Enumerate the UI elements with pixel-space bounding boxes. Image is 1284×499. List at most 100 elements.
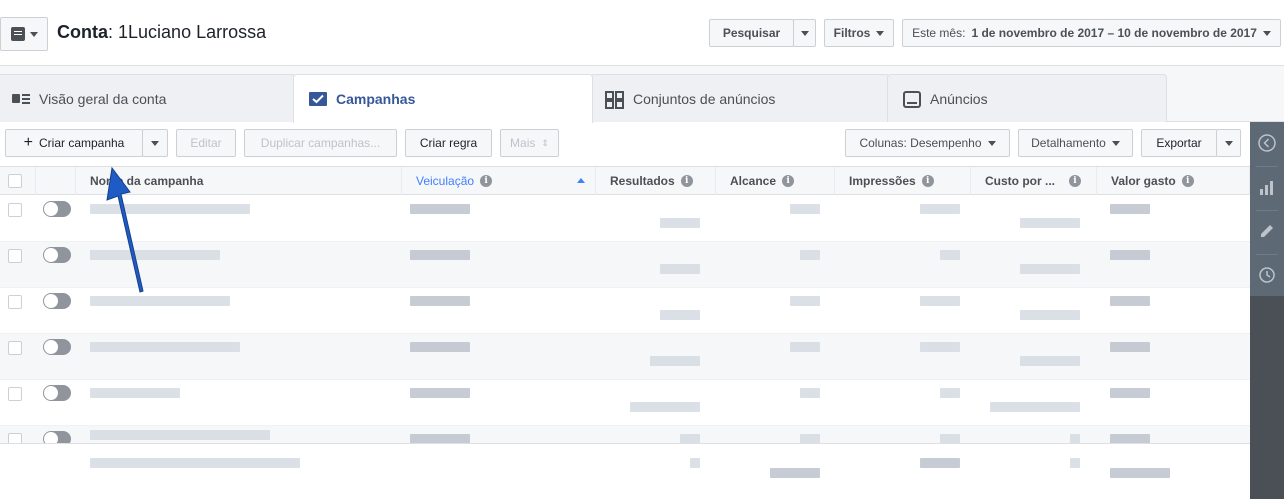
- info-icon[interactable]: i: [921, 175, 934, 187]
- tab-account-overview[interactable]: Visão geral da conta: [0, 74, 296, 122]
- campaign-toggle[interactable]: [43, 201, 71, 217]
- tab-campaigns[interactable]: Campanhas: [293, 74, 593, 123]
- redacted-delivery: [410, 250, 470, 260]
- chevron-down-icon: [1262, 30, 1271, 36]
- tab-ads-label: Anúncios: [930, 90, 988, 107]
- rail-tools-panel: [1250, 122, 1284, 296]
- col-cost-per[interactable]: Custo por ... i: [971, 167, 1097, 195]
- rail-divider: [1256, 166, 1278, 167]
- chevron-down-icon: [987, 140, 996, 146]
- redacted-delivery: [410, 204, 470, 214]
- table-row[interactable]: [0, 334, 1250, 380]
- col-delivery[interactable]: Veiculação i: [402, 167, 596, 195]
- level-tabs: Visão geral da conta Campanhas Conjuntos…: [0, 66, 1284, 123]
- edit-button[interactable]: Editar: [176, 129, 236, 157]
- redacted-cost: [1020, 310, 1080, 320]
- table-row[interactable]: [0, 380, 1250, 426]
- col-campaign-name[interactable]: Nome da campanha: [76, 167, 402, 195]
- redacted-results: [630, 402, 700, 412]
- table-row[interactable]: [0, 242, 1250, 288]
- date-range-picker[interactable]: Este mês: 1 de novembro de 2017 – 10 de …: [902, 19, 1281, 47]
- account-header: Conta: 1Luciano Larrossa Pesquisar Filtr…: [0, 0, 1284, 66]
- collapse-chevron-icon[interactable]: [1250, 124, 1284, 162]
- row-checkbox[interactable]: [8, 341, 22, 355]
- create-campaign-button[interactable]: + Criar campanha: [5, 129, 143, 157]
- create-rule-button[interactable]: Criar regra: [405, 129, 492, 157]
- date-range-prefix: Este mês:: [912, 26, 966, 40]
- account-menu-button[interactable]: [0, 17, 48, 51]
- adsets-grid-icon: [605, 90, 624, 109]
- search-dropdown-button[interactable]: [793, 19, 816, 47]
- campaigns-toolbar: + Criar campanha Editar Duplicar campanh…: [0, 122, 1250, 166]
- breakdown-dropdown[interactable]: Detalhamento: [1018, 129, 1133, 157]
- rail-divider: [1256, 210, 1278, 211]
- tab-adsets[interactable]: Conjuntos de anúncios: [590, 74, 890, 122]
- redacted-impressions: [940, 388, 960, 398]
- info-icon[interactable]: i: [480, 175, 493, 187]
- breakdown-label: Detalhamento: [1031, 136, 1106, 150]
- campaign-toggle[interactable]: [43, 385, 71, 401]
- clock-icon[interactable]: [1250, 256, 1284, 294]
- export-button[interactable]: Exportar: [1141, 129, 1217, 157]
- tab-ads[interactable]: Anúncios: [887, 74, 1167, 122]
- account-overview-icon: [11, 91, 30, 107]
- tab-campaigns-label: Campanhas: [336, 91, 416, 107]
- redacted-totals-label: [90, 458, 300, 468]
- sort-ascending-icon: [577, 178, 585, 183]
- search-button[interactable]: Pesquisar: [709, 19, 794, 47]
- filters-button[interactable]: Filtros: [824, 19, 894, 47]
- redacted-campaign-name: [90, 430, 270, 440]
- redacted-spent: [1110, 296, 1150, 306]
- bar-chart-icon[interactable]: [1250, 168, 1284, 206]
- redacted-cost: [1020, 356, 1080, 366]
- campaign-toggle[interactable]: [43, 339, 71, 355]
- campaign-toggle[interactable]: [43, 293, 71, 309]
- col-amount-spent-label: Valor gasto: [1111, 174, 1176, 188]
- account-icon: [10, 27, 25, 41]
- table-row[interactable]: [0, 196, 1250, 242]
- redacted-delivery: [410, 342, 470, 352]
- col-amount-spent[interactable]: Valor gasto i: [1097, 167, 1250, 195]
- redacted-delivery: [410, 388, 470, 398]
- col-campaign-name-label: Nome da campanha: [90, 174, 204, 188]
- updown-icon: ⇕: [541, 137, 549, 148]
- redacted-totals-reach: [770, 468, 820, 478]
- pencil-icon[interactable]: [1250, 212, 1284, 250]
- search-button-label: Pesquisar: [722, 26, 781, 40]
- redacted-impressions: [940, 250, 960, 260]
- row-checkbox[interactable]: [8, 203, 22, 217]
- campaigns-table: Nome da campanha Veiculação i Resultados…: [0, 166, 1250, 499]
- rail-divider: [1256, 254, 1278, 255]
- table-row[interactable]: [0, 288, 1250, 334]
- filters-button-label: Filtros: [833, 26, 871, 40]
- chevron-down-icon: [876, 30, 885, 36]
- row-checkbox[interactable]: [8, 249, 22, 263]
- more-button[interactable]: Mais ⇕: [500, 129, 559, 157]
- redacted-impressions: [920, 204, 960, 214]
- info-icon[interactable]: i: [1069, 175, 1081, 187]
- export-dropdown[interactable]: [1216, 129, 1241, 157]
- info-icon[interactable]: i: [680, 175, 693, 187]
- redacted-cost: [990, 402, 1080, 412]
- redacted-spent: [1110, 342, 1150, 352]
- col-impressions-label: Impressões: [849, 174, 916, 188]
- columns-dropdown[interactable]: Colunas: Desempenho: [845, 129, 1010, 157]
- redacted-totals-cost: [1070, 458, 1080, 468]
- col-results[interactable]: Resultados i: [596, 167, 716, 195]
- redacted-reach: [790, 204, 820, 214]
- redacted-campaign-name: [90, 388, 180, 398]
- select-all-checkbox[interactable]: [8, 174, 22, 188]
- chevron-down-icon: [151, 140, 159, 146]
- col-impressions[interactable]: Impressões i: [835, 167, 971, 195]
- redacted-reach: [790, 342, 820, 352]
- row-checkbox[interactable]: [8, 295, 22, 309]
- info-icon[interactable]: i: [1181, 175, 1194, 187]
- redacted-results: [660, 264, 700, 274]
- campaign-toggle[interactable]: [43, 247, 71, 263]
- col-reach[interactable]: Alcance i: [716, 167, 835, 195]
- row-checkbox[interactable]: [8, 387, 22, 401]
- duplicate-campaigns-button[interactable]: Duplicar campanhas...: [244, 129, 397, 157]
- create-campaign-dropdown[interactable]: [142, 129, 168, 157]
- info-icon[interactable]: i: [782, 175, 795, 187]
- redacted-spent: [1110, 204, 1150, 214]
